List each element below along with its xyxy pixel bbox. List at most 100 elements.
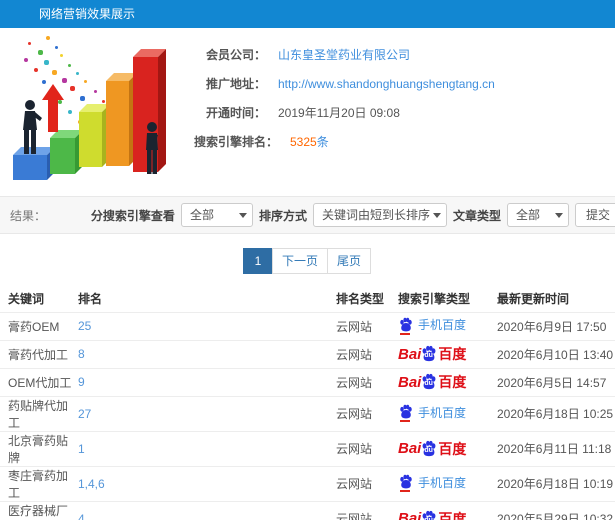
updated-cell: 2020年6月10日 13:40 — [495, 339, 615, 368]
filter-controls: 分搜索引擎查看 全部 排序方式 关键词由短到长排序 文章类型 全部 提交 — [91, 203, 615, 227]
engine-badge: 手机百度 Bai du 百度 — [398, 440, 467, 457]
submit-button[interactable]: 提交 — [574, 203, 615, 227]
info-row-ranking: 搜索引擎排名： 5325条 — [188, 127, 615, 156]
promo-url-link[interactable]: http://www.shandonghuangshengtang.cn — [278, 77, 495, 91]
rank-link[interactable]: 9 — [78, 375, 85, 389]
promo-url-label: 推广地址： — [205, 77, 266, 91]
baidu-logo-cn: 百度 — [438, 346, 467, 362]
engine-badge: 手机百度 Bai du 百度 — [398, 404, 466, 423]
baidu-logo-du: du — [424, 446, 433, 454]
engine-type-cell: 手机百度 Bai du 百度 — [398, 465, 495, 501]
table-row: 膏药代加工 8 云网站 手机百度 — [0, 339, 615, 368]
table-row: 医疗器械厂家 4 云网站 手机百度 — [0, 500, 615, 520]
col-header-keyword: 关键词 — [8, 292, 45, 307]
mobile-baidu-label: 手机百度 — [418, 475, 467, 490]
red-underline — [400, 332, 410, 335]
col-header-rank-type: 排名类型 — [336, 292, 385, 307]
rank-link[interactable]: 1 — [78, 442, 85, 456]
baidu-logo-bai: Bai — [398, 440, 422, 457]
baidu-logo-bai: Bai — [398, 373, 422, 391]
keywords-table: 关键词 排名 排名类型 搜索引擎类型 最新更新时间 膏药OEM 25 云网站 手… — [0, 286, 615, 520]
table-header-row: 关键词 排名 排名类型 搜索引擎类型 最新更新时间 — [0, 286, 615, 312]
article-type-value: 全部 — [515, 208, 540, 222]
pagination: 1 下一页 尾页 — [0, 234, 615, 286]
rank-link[interactable]: 4 — [78, 512, 85, 520]
rank-link[interactable]: 25 — [78, 319, 91, 333]
article-type-select[interactable]: 全部 — [506, 203, 569, 227]
updated-cell: 2020年6月11日 11:18 — [495, 430, 615, 466]
engine-filter-value: 全部 — [189, 208, 214, 222]
ranking-label: 搜索引擎排名： — [193, 135, 278, 149]
rank-link[interactable]: 27 — [78, 407, 91, 421]
illustration-bar-orange — [106, 73, 137, 166]
engine-type-cell: 手机百度 Bai du 百度 — [398, 339, 495, 368]
baidu-logo-bai: Bai — [398, 345, 422, 363]
sort-filter-value: 关键词由短到长排序 — [321, 208, 430, 222]
last-page-button[interactable]: 尾页 — [327, 248, 372, 274]
rank-link[interactable]: 8 — [78, 347, 85, 361]
baidu-logo-cn: 百度 — [438, 374, 467, 390]
sort-filter-select[interactable]: 关键词由短到长排序 — [312, 203, 447, 227]
updated-cell: 2020年5月29日 10:32 — [495, 500, 615, 520]
rank-type-cell: 云网站 — [336, 311, 398, 340]
info-row-opened: 开通时间： 2019年11月20日 09:08 — [188, 98, 615, 127]
app-title-bar: 网络营销效果展示 — [0, 0, 615, 28]
illustration-bar-blue — [13, 147, 55, 180]
mobile-baidu-badge: 手机百度 — [398, 474, 467, 493]
engine-filter-label: 分搜索引擎查看 — [90, 208, 175, 223]
baidu-paw-icon: du — [420, 510, 438, 520]
rank-type-cell: 云网站 — [336, 430, 398, 466]
next-page-button[interactable]: 下一页 — [271, 248, 328, 274]
mobile-baidu-badge: 手机百度 — [398, 404, 466, 423]
engine-type-cell: 手机百度 Bai du 百度 — [398, 500, 495, 520]
mobile-baidu-badge: 手机百度 — [398, 316, 466, 335]
company-info: 会员公司： 山东皇圣堂药业有限公司 推广地址： http://www.shand… — [188, 34, 615, 192]
baidu-logo: Bai du 百度 — [398, 372, 466, 392]
ranking-unit: 条 — [316, 135, 329, 149]
rank-link[interactable]: 1,4,6 — [78, 477, 105, 491]
updated-cell: 2020年6月9日 17:50 — [495, 311, 615, 340]
rank-cell: 27 — [78, 395, 336, 431]
keyword-cell: 膏药OEM — [0, 311, 78, 340]
company-link[interactable]: 山东皇圣堂药业有限公司 — [278, 46, 410, 63]
rank-cell: 1 — [78, 430, 336, 466]
info-row-url: 推广地址： http://www.shandonghuangshengtang.… — [188, 69, 615, 98]
baidu-paw-icon — [398, 317, 414, 335]
keyword-cell: 枣庄膏药加工 — [0, 465, 78, 501]
rank-cell: 9 — [78, 367, 336, 396]
rank-type-cell: 云网站 — [336, 395, 398, 431]
baidu-logo-bai: Bai — [398, 510, 422, 520]
keyword-cell: 药贴牌代加工 — [0, 395, 78, 431]
baidu-paw-icon — [398, 474, 414, 493]
rank-cell: 4 — [78, 500, 336, 520]
engine-filter-select[interactable]: 全部 — [180, 203, 253, 227]
rank-cell: 1,4,6 — [78, 465, 336, 501]
rank-cell: 25 — [78, 311, 336, 340]
illustration-bar-yellow — [79, 104, 110, 167]
col-header-rank: 排名 — [78, 292, 103, 307]
updated-cell: 2020年6月18日 10:19 — [495, 465, 615, 501]
keyword-cell: OEM代加工 — [0, 367, 78, 396]
rank-type-cell: 云网站 — [336, 367, 398, 396]
engine-badge: 手机百度 Bai du 百度 — [398, 317, 466, 336]
table-row: 药贴牌代加工 27 云网站 手机百度 2020年6月18日 10:25 — [0, 395, 615, 431]
info-section: 会员公司： 山东皇圣堂药业有限公司 推广地址： http://www.shand… — [0, 28, 615, 196]
page-number-current[interactable]: 1 — [242, 248, 273, 274]
engine-type-cell: 手机百度 Bai du 百度 — [398, 367, 495, 396]
updated-cell: 2020年6月5日 14:57 — [495, 367, 615, 396]
red-underline — [400, 490, 410, 493]
illustration-bar-green — [50, 130, 83, 174]
table-row: OEM代加工 9 云网站 手机百度 — [0, 367, 615, 396]
keyword-cell: 膏药代加工 — [0, 339, 78, 368]
engine-type-cell: 手机百度 Bai du 百度 — [398, 395, 495, 431]
sort-filter-label: 排序方式 — [258, 208, 307, 223]
page: 网络营销效果展示 会员公司： 山东皇圣堂药业有限公司 推广地址： http://… — [0, 0, 615, 520]
baidu-logo-du: du — [424, 352, 433, 359]
col-header-updated: 最新更新时间 — [497, 292, 570, 307]
baidu-logo-cn: 百度 — [438, 440, 467, 457]
baidu-logo-du: du — [424, 516, 433, 520]
engine-badge: 手机百度 Bai du 百度 — [398, 474, 466, 493]
baidu-paw-icon: du — [420, 373, 438, 391]
businessman-left — [23, 100, 42, 154]
rank-cell: 8 — [78, 339, 336, 368]
